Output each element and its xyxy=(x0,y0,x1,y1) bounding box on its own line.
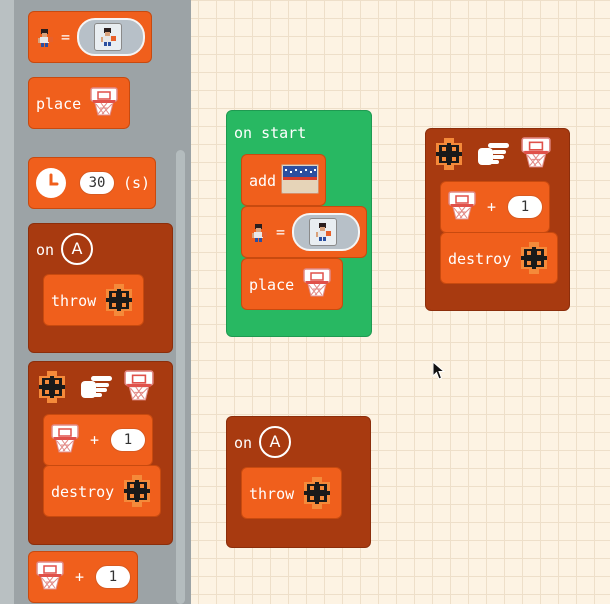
sprite-thumbnail xyxy=(94,23,122,51)
score-increment-input[interactable]: 1 xyxy=(95,565,131,589)
countdown-timer-block[interactable]: 30 (s) xyxy=(28,157,156,209)
equals-label: = xyxy=(276,223,286,241)
place-label: place xyxy=(249,276,295,294)
player-sprite-icon xyxy=(316,223,331,241)
throw-ball-block[interactable]: throw xyxy=(43,274,144,326)
score-increment-input[interactable]: 1 xyxy=(110,428,146,452)
block-toolbox[interactable]: = place 30 (s) on A throw + 1 destroy + … xyxy=(0,0,191,604)
destroy-label: destroy xyxy=(448,250,512,268)
timer-value-input[interactable]: 30 xyxy=(79,171,115,195)
add-label: add xyxy=(249,172,277,190)
place-hoop-block[interactable]: place xyxy=(241,258,343,310)
hoop-icon xyxy=(448,191,476,220)
add-backdrop-block[interactable]: add xyxy=(241,154,326,206)
on-start-label: on start xyxy=(234,124,307,142)
score-increment-input[interactable]: 1 xyxy=(507,195,543,219)
plus-label: + xyxy=(487,198,497,216)
seconds-unit-label: (s) xyxy=(123,174,151,192)
mouse-cursor-icon xyxy=(432,360,446,380)
destroy-label: destroy xyxy=(51,483,115,501)
ball-icon xyxy=(39,371,65,403)
destroy-ball-block[interactable]: destroy xyxy=(440,232,558,284)
player-sprite-icon xyxy=(38,29,53,47)
ball-icon xyxy=(304,477,330,509)
on-start-block[interactable]: on start add = place xyxy=(226,110,372,337)
hand-pointing-icon xyxy=(478,143,509,165)
on-label: on xyxy=(36,241,55,259)
ball-icon xyxy=(436,138,462,170)
change-score-block[interactable]: + 1 xyxy=(43,414,153,466)
sprite-thumbnail xyxy=(309,218,337,246)
hoop-icon xyxy=(36,561,64,590)
hoop-icon xyxy=(90,87,118,116)
hoop-icon xyxy=(303,268,331,297)
button-a-selector[interactable]: A xyxy=(259,426,291,458)
hand-pointing-icon xyxy=(81,376,112,398)
player-sprite-icon xyxy=(101,28,116,46)
sprite-image-slot[interactable] xyxy=(292,213,360,251)
plus-label: + xyxy=(90,431,100,449)
on-ball-overlaps-hoop-block[interactable]: + 1 destroy xyxy=(425,128,570,311)
toolbox-scrollbar[interactable] xyxy=(176,150,185,604)
ball-icon xyxy=(106,284,132,316)
equals-label: = xyxy=(61,28,71,46)
ball-icon xyxy=(521,242,547,274)
on-button-pressed-block[interactable]: on A throw xyxy=(226,416,371,548)
sprite-image-slot[interactable] xyxy=(77,18,145,56)
clock-icon xyxy=(36,168,66,198)
throw-label: throw xyxy=(51,292,97,310)
on-label: on xyxy=(234,434,253,452)
ball-icon xyxy=(124,475,150,507)
set-player-sprite-block[interactable]: = xyxy=(28,11,152,63)
toolbox-edge xyxy=(0,0,14,604)
plus-label: + xyxy=(75,568,85,586)
court-backdrop-icon xyxy=(281,164,319,194)
hoop-icon xyxy=(51,424,79,453)
player-sprite-icon xyxy=(252,224,267,242)
hoop-icon xyxy=(521,137,551,168)
on-button-pressed-block[interactable]: on A throw xyxy=(28,223,173,353)
throw-label: throw xyxy=(249,485,295,503)
on-ball-overlaps-hoop-block[interactable]: + 1 destroy xyxy=(28,361,173,545)
place-label: place xyxy=(36,95,82,113)
button-a-selector[interactable]: A xyxy=(61,233,93,265)
set-player-sprite-block[interactable]: = xyxy=(241,206,367,258)
place-hoop-block[interactable]: place xyxy=(28,77,130,129)
throw-ball-block[interactable]: throw xyxy=(241,467,342,519)
change-score-block[interactable]: + 1 xyxy=(28,551,138,603)
destroy-ball-block[interactable]: destroy xyxy=(43,465,161,517)
change-score-block[interactable]: + 1 xyxy=(440,181,550,233)
hoop-icon xyxy=(124,370,154,401)
